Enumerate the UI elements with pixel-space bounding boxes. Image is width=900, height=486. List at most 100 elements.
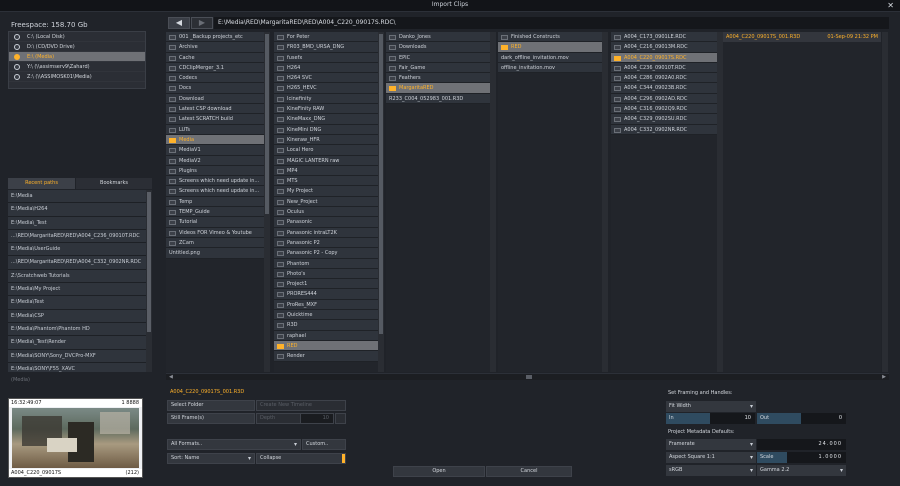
folder-item[interactable]: Download	[166, 93, 264, 105]
create-timeline-button[interactable]: Create New Timeline	[256, 400, 346, 411]
file-item[interactable]: dark_offline_invitation.mov	[498, 52, 602, 63]
drive-item[interactable]: Z:\ (\\ASSIMOSK01\Media)	[9, 72, 145, 82]
scroll-thumb[interactable]	[526, 375, 532, 379]
drive-item[interactable]: C:\ (Local Disk)	[9, 32, 145, 42]
scale-value[interactable]: 1.0000	[787, 452, 846, 463]
folder-item[interactable]: MediaV2	[166, 155, 264, 166]
file-item[interactable]: offline_invitation.mov	[498, 62, 602, 74]
recent-path-item[interactable]: E:\Media\_Test\Render	[8, 336, 146, 350]
collapse-toggle[interactable]: Collapse	[256, 453, 346, 464]
column-scrollbar[interactable]	[602, 32, 608, 372]
scroll-right-icon[interactable]: ▶	[882, 374, 886, 380]
depth-value[interactable]: 10	[300, 413, 334, 424]
folder-item[interactable]: Icinefinity	[274, 93, 378, 105]
folder-item[interactable]: H264 SVC	[274, 73, 378, 84]
folder-item[interactable]: KineMaxx_DNG	[274, 114, 378, 125]
folder-item[interactable]: ProRes_MXF	[274, 299, 378, 311]
folder-item[interactable]: H264	[274, 62, 378, 74]
cancel-button[interactable]: Cancel	[486, 466, 572, 477]
framerate-dropdown[interactable]: Framerate	[666, 439, 756, 450]
folder-item[interactable]: RED	[498, 42, 602, 53]
scroll-thumb[interactable]	[265, 34, 269, 214]
back-button[interactable]: ◀	[168, 17, 190, 29]
folder-item[interactable]: A004_C220_09017S.RDC	[611, 52, 717, 63]
recent-path-item[interactable]: E:\Media\_Test	[8, 216, 146, 230]
column-scrollbar[interactable]	[264, 32, 270, 372]
folder-item[interactable]: Temp	[166, 196, 264, 208]
folder-item[interactable]: MTS	[274, 176, 378, 187]
folder-item[interactable]: A004_C344_09023B.RDC	[611, 83, 717, 94]
tab-recent-paths[interactable]: Recent paths	[8, 178, 75, 189]
folder-item[interactable]: Render	[274, 351, 378, 362]
custom-button[interactable]: Custom..	[302, 439, 346, 450]
folder-item[interactable]: MAGIC LANTERN raw	[274, 155, 378, 166]
scroll-thumb[interactable]	[379, 34, 383, 334]
folder-item[interactable]: 001 _Backup projects_etc	[166, 32, 264, 43]
folder-item[interactable]: EPIC	[386, 52, 490, 63]
framerate-value[interactable]: 24.000	[757, 439, 846, 450]
in-value[interactable]: 10	[710, 413, 755, 424]
formats-dropdown[interactable]: All Formats..	[167, 439, 301, 450]
recent-path-item[interactable]: E:\Media	[8, 190, 146, 204]
folder-item[interactable]: A004_C296_0902AD.RDC	[611, 93, 717, 105]
recent-path-item[interactable]: E:\Media\UserGuide	[8, 243, 146, 257]
folder-item[interactable]: Phantom	[274, 258, 378, 269]
folder-item[interactable]: A004_C173_0901LE.RDC	[611, 32, 717, 43]
folder-item[interactable]: For Peter	[274, 32, 378, 43]
folder-item[interactable]: Docs	[166, 83, 264, 94]
drive-item[interactable]: E:\ (Media)	[9, 52, 145, 62]
folder-item[interactable]: Downloads	[386, 42, 490, 53]
recent-path-item[interactable]: E:\Media\SONY\Sony_DVCPro-MXF	[8, 349, 146, 363]
folder-item[interactable]: A004_C286_0902A0.RDC	[611, 73, 717, 84]
open-button[interactable]: Open	[393, 466, 485, 477]
recent-scrollbar[interactable]	[146, 190, 152, 372]
still-frames-button[interactable]: Still Frame(s)	[167, 413, 255, 424]
recent-path-item[interactable]: ...\RED\MargaritaRED\RED\A004_C332_0902N…	[8, 256, 146, 270]
folder-item[interactable]: Project1	[274, 279, 378, 290]
folder-item[interactable]: Media	[166, 134, 264, 146]
column-scrollbar[interactable]	[717, 32, 723, 372]
folder-item[interactable]: Videos FOR Vimeo & Youtube	[166, 227, 264, 238]
folder-item[interactable]: Finished Constructs	[498, 32, 602, 43]
path-field[interactable]: E:\Media\RED\MargaritaRED\RED\A004_C220_…	[214, 17, 889, 29]
folder-item[interactable]: A004_C316_0902Q9.RDC	[611, 104, 717, 115]
column-scrollbar[interactable]	[378, 32, 384, 372]
folder-item[interactable]: Oculus	[274, 207, 378, 218]
recent-path-item[interactable]: E:\Media\Test	[8, 296, 146, 310]
recent-path-item[interactable]: E:\Media\SONY\F55_XAVC	[8, 362, 146, 372]
folder-item[interactable]: Latest CSP download	[166, 104, 264, 115]
folder-item[interactable]: Screens which need update in...	[166, 186, 264, 197]
folder-item[interactable]: Archive	[166, 42, 264, 53]
folder-item[interactable]: A004_C236_09010T.RDC	[611, 62, 717, 74]
recent-path-item[interactable]: E:\Media\Phantom\Phantom HD	[8, 322, 146, 337]
sort-dropdown[interactable]: Sort: Name	[167, 453, 255, 464]
folder-item[interactable]: FR03_BMD_URSA_DNG	[274, 42, 378, 53]
aspect-dropdown[interactable]: Aspect Square 1:1	[666, 452, 756, 463]
file-item[interactable]: Untitled.png	[166, 248, 264, 259]
forward-button[interactable]: ▶	[191, 17, 213, 29]
column-scrollbar[interactable]	[882, 32, 888, 372]
folder-item[interactable]: Fair_Game	[386, 62, 490, 74]
close-icon[interactable]: ✕	[887, 0, 894, 11]
folder-item[interactable]: Feathers	[386, 73, 490, 84]
folder-item[interactable]: raphael	[274, 330, 378, 341]
scroll-thumb[interactable]	[147, 192, 151, 332]
folder-item[interactable]: TEMP_Guide	[166, 207, 264, 218]
folder-item[interactable]: MediaV1	[166, 145, 264, 156]
folder-item[interactable]: KineFinity RAW	[274, 104, 378, 115]
gamma-dropdown[interactable]: Gamma 2.2	[757, 465, 846, 476]
folder-item[interactable]: Danko_Jones	[386, 32, 490, 43]
folder-item[interactable]: CDClipMerger_3.1	[166, 62, 264, 74]
folder-item[interactable]: ZCam	[166, 237, 264, 249]
file-column-entry[interactable]: A004_C220_09017S_001.R3D 01-Sep-09 21:32…	[723, 32, 881, 42]
folder-item[interactable]: MP4	[274, 165, 378, 177]
folder-item[interactable]: RED	[274, 340, 378, 352]
depth-spinner-icon[interactable]	[335, 413, 346, 424]
colorspace-dropdown[interactable]: sRGB	[666, 465, 756, 476]
drive-item[interactable]: Y:\ (\\assimserv9\Zahard)	[9, 62, 145, 72]
folder-item[interactable]: Screens which need update in...	[166, 176, 264, 187]
folder-item[interactable]: Plugins	[166, 165, 264, 177]
folder-item[interactable]: Photo's	[274, 268, 378, 280]
folder-item[interactable]: A004_C216_09013M.RDC	[611, 42, 717, 53]
recent-path-item[interactable]: E:\Media\H264	[8, 203, 146, 217]
